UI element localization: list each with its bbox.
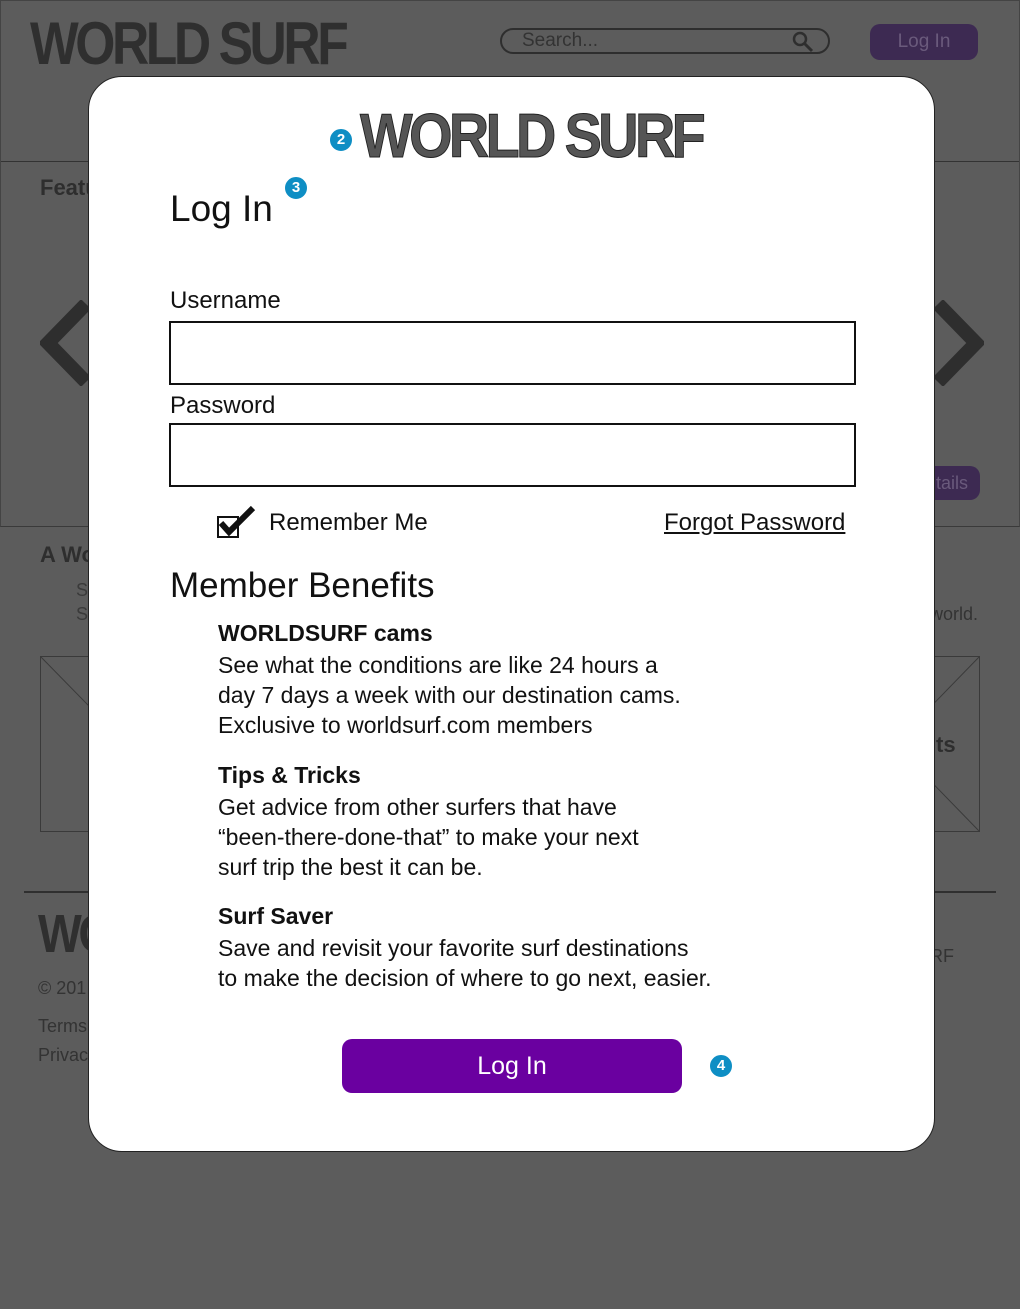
chevron-right-icon[interactable] bbox=[934, 300, 984, 386]
benefit-line: Save and revisit your favorite surf dest… bbox=[218, 935, 689, 961]
background-text-fragment: world. bbox=[930, 604, 979, 624]
benefit-line: See what the conditions are like 24 hour… bbox=[218, 652, 658, 678]
benefit-description: See what the conditions are like 24 hour… bbox=[218, 650, 778, 740]
username-label: Username bbox=[170, 287, 281, 314]
search-icon[interactable] bbox=[792, 31, 814, 53]
benefit-line: “been-there-done-that” to make your next bbox=[218, 824, 639, 850]
annotation-marker: 3 bbox=[283, 175, 309, 201]
annotation-marker: 4 bbox=[708, 1053, 734, 1079]
benefit-line: Get advice from other surfers that have bbox=[218, 794, 617, 820]
benefit-title: Tips & Tricks bbox=[218, 762, 361, 788]
background-login-button[interactable]: Log In bbox=[870, 24, 978, 60]
member-benefits-heading: Member Benefits bbox=[170, 566, 435, 605]
background-logo: WORLD SURF bbox=[30, 10, 349, 77]
password-label: Password bbox=[170, 392, 276, 419]
background-text-line: S bbox=[76, 580, 89, 600]
remember-me-checkbox[interactable] bbox=[217, 505, 257, 539]
login-button[interactable]: Log In bbox=[342, 1039, 682, 1093]
benefit-title: WORLDSURF cams bbox=[218, 620, 433, 646]
benefit-line: Exclusive to worldsurf.com members bbox=[218, 712, 593, 738]
modal-logo: WORLD SURF bbox=[360, 102, 707, 171]
remember-me-label[interactable]: Remember Me bbox=[269, 509, 428, 537]
benefit-line: day 7 days a week with our destination c… bbox=[218, 682, 681, 708]
background-search-input[interactable]: Search... bbox=[500, 28, 830, 54]
chevron-left-icon[interactable] bbox=[40, 300, 90, 386]
background-privacy-link[interactable]: Privac bbox=[38, 1045, 88, 1066]
background-copyright: © 201 bbox=[38, 978, 87, 998]
modal-title: Log In bbox=[170, 188, 273, 229]
username-field[interactable] bbox=[169, 321, 856, 385]
background-text-line: S bbox=[76, 604, 89, 624]
benefit-line: surf trip the best it can be. bbox=[218, 854, 483, 880]
background-terms-link[interactable]: Terms bbox=[38, 1016, 87, 1037]
benefit-description: Get advice from other surfers that have … bbox=[218, 792, 778, 882]
background-card-title: ts bbox=[936, 732, 956, 757]
benefit-description: Save and revisit your favorite surf dest… bbox=[218, 933, 778, 993]
password-field[interactable] bbox=[169, 423, 856, 487]
benefit-line: to make the decision of where to go next… bbox=[218, 965, 712, 991]
forgot-password-link[interactable]: Forgot Password bbox=[664, 509, 845, 537]
annotation-marker: 2 bbox=[328, 127, 354, 153]
benefit-title: Surf Saver bbox=[218, 903, 334, 929]
